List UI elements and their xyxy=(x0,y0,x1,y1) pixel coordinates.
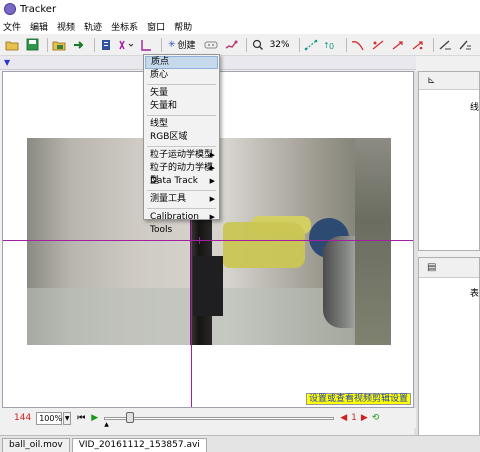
vector-icon[interactable] xyxy=(390,37,406,53)
tape-measure-icon[interactable] xyxy=(138,37,154,53)
coordinate-axis-horizontal[interactable] xyxy=(3,240,413,241)
video-right-edge xyxy=(355,138,391,345)
submenu-arrow-icon: ▶ xyxy=(209,195,215,203)
protractor-icon[interactable] xyxy=(350,37,366,53)
menu-item-data-track[interactable]: Data Track ▶ xyxy=(145,175,218,188)
player-zoom-field[interactable]: 100% xyxy=(36,411,63,425)
trail-icon[interactable] xyxy=(223,37,239,53)
toolbar-separator xyxy=(345,37,347,52)
toolbar-separator xyxy=(298,37,300,52)
open-video-icon[interactable] xyxy=(51,37,67,53)
pencil-icon[interactable] xyxy=(437,37,453,53)
menu-item-vector[interactable]: 矢量 xyxy=(145,87,218,100)
menu-item-point-mass[interactable]: 质点 xyxy=(145,56,218,69)
table-icon[interactable]: ▤ xyxy=(427,262,436,273)
menu-separator xyxy=(147,146,216,147)
tab-bar: ball_oil.mov VID_20161112_153857.avi xyxy=(0,435,480,452)
frame-slider-knob[interactable] xyxy=(126,412,135,423)
menu-separator xyxy=(147,208,216,209)
video-yellow-object xyxy=(223,222,305,268)
title-bar: Tracker xyxy=(0,0,480,18)
menu-separator xyxy=(147,84,216,85)
menu-track[interactable]: 轨迹 xyxy=(84,20,102,33)
main-toolbar: ✳ 创建 32% ↑ 0 xyxy=(0,34,480,56)
toolbar-separator xyxy=(432,37,434,52)
table-view-text: 表 xyxy=(469,289,479,299)
calibration-stick-icon[interactable] xyxy=(303,37,319,53)
create-button[interactable]: ✳ 创建 xyxy=(165,37,199,53)
step-forward-button[interactable]: ▶ xyxy=(361,413,368,423)
menu-item-dynamic-model[interactable]: 粒子的动力学模型 ▶ xyxy=(145,162,218,186)
dropdown-triangle-icon[interactable]: ▼ xyxy=(4,58,10,67)
menu-help[interactable]: 帮助 xyxy=(174,20,192,33)
plot-icon[interactable]: ⊾ xyxy=(427,75,435,86)
plot-view-panel: ⊾ 线 xyxy=(418,71,480,251)
create-dropdown-menu: 质点 质心 矢量 矢量和 线型 RGB区域 粒子运动学模型 ▶ 粒子的动力学模型 ▶… xyxy=(143,54,220,235)
reset-button[interactable]: ⏮ xyxy=(77,413,85,423)
menu-bar: 文件 编辑 视频 轨迹 坐标系 窗口 帮助 xyxy=(0,18,480,34)
tab-vid-avi[interactable]: VID_20161112_153857.avi xyxy=(71,438,207,452)
open-folder-icon[interactable] xyxy=(4,37,20,53)
zoom-level[interactable]: 32% xyxy=(270,40,290,50)
menu-item-rgb-region[interactable]: RGB区域 xyxy=(145,131,218,144)
toolbar-separator xyxy=(47,37,48,52)
menu-item-measuring-tools-label: 测量工具 xyxy=(150,194,187,204)
menu-item-kinematic-model-label: 粒子运动学模型 xyxy=(150,150,214,160)
pencil-measure-icon[interactable] xyxy=(457,37,473,53)
point-mass-icon[interactable] xyxy=(370,37,386,53)
toolbar-separator xyxy=(245,37,247,52)
coordinate-axis-origin[interactable] xyxy=(199,237,203,244)
export-icon[interactable] xyxy=(71,37,87,53)
create-label: 创建 xyxy=(177,41,196,51)
create-icon: ✳ xyxy=(168,39,176,50)
toolbar-separator xyxy=(94,37,95,52)
loop-button[interactable]: ⟲ xyxy=(372,413,380,423)
plot-view-text: 线 xyxy=(469,103,479,113)
menu-file[interactable]: 文件 xyxy=(3,20,21,33)
menu-item-calibration-tools[interactable]: Calibration Tools ▶ xyxy=(145,211,218,235)
menu-edit[interactable]: 编辑 xyxy=(30,20,48,33)
frame-slider-track xyxy=(104,417,335,420)
video-pole-base xyxy=(193,256,223,316)
toolbar-separator xyxy=(161,37,162,52)
table-view-panel: ▤ 表 xyxy=(418,257,480,437)
menu-item-measuring-tools[interactable]: 测量工具 ▶ xyxy=(145,193,218,206)
submenu-arrow-icon: ▶ xyxy=(209,213,215,221)
menu-coords[interactable]: 坐标系 xyxy=(111,20,138,33)
play-button[interactable]: ▶ xyxy=(91,413,98,423)
menu-window[interactable]: 窗口 xyxy=(147,20,165,33)
tab-ball-oil[interactable]: ball_oil.mov xyxy=(2,438,70,452)
menu-item-data-track-label: Data Track xyxy=(150,176,198,186)
start-marker-icon[interactable]: ▲ xyxy=(104,421,109,428)
zoom-icon[interactable] xyxy=(250,37,266,53)
menu-item-vector-sum[interactable]: 矢量和 xyxy=(145,100,218,113)
svg-text:0: 0 xyxy=(329,42,334,51)
step-size[interactable]: 1 xyxy=(351,413,357,423)
table-view-header: ▤ xyxy=(419,258,479,278)
menu-item-kinematic-model[interactable]: 粒子运动学模型 ▶ xyxy=(145,149,218,162)
frame-number: 144 xyxy=(14,413,32,423)
menu-item-center-of-mass[interactable]: 质心 xyxy=(145,69,218,82)
submenu-arrow-icon: ▶ xyxy=(209,177,215,185)
window-title: Tracker xyxy=(20,3,57,15)
menu-item-line-profile[interactable]: 线型 xyxy=(145,118,218,131)
player-controls: 144 100% ▼ ⏮ ▶ ▲ ◀ 1 ▶ ⟲ xyxy=(0,408,416,428)
autotracker-icon[interactable] xyxy=(410,37,426,53)
submenu-arrow-icon: ▶ xyxy=(209,164,215,172)
clip-settings-link[interactable]: 设置或查看视频剪辑设置 xyxy=(305,393,411,405)
submenu-arrow-icon: ▶ xyxy=(209,151,215,159)
step-back-button[interactable]: ◀ xyxy=(340,413,347,423)
player-zoom-dropdown-icon[interactable]: ▼ xyxy=(63,411,72,425)
coordinate-axes-icon[interactable] xyxy=(118,37,134,53)
save-icon[interactable] xyxy=(24,37,40,53)
clip-settings-icon[interactable] xyxy=(98,37,114,53)
plot-view-header: ⊾ xyxy=(419,72,479,90)
menu-separator xyxy=(147,190,216,191)
footprint-icon[interactable] xyxy=(203,37,219,53)
offset-origin-icon[interactable]: ↑ 0 xyxy=(323,37,339,53)
frame-slider[interactable]: ▲ xyxy=(104,412,335,428)
menu-separator xyxy=(147,115,216,116)
menu-video[interactable]: 视频 xyxy=(57,20,75,33)
tracker-app-icon xyxy=(4,3,16,15)
